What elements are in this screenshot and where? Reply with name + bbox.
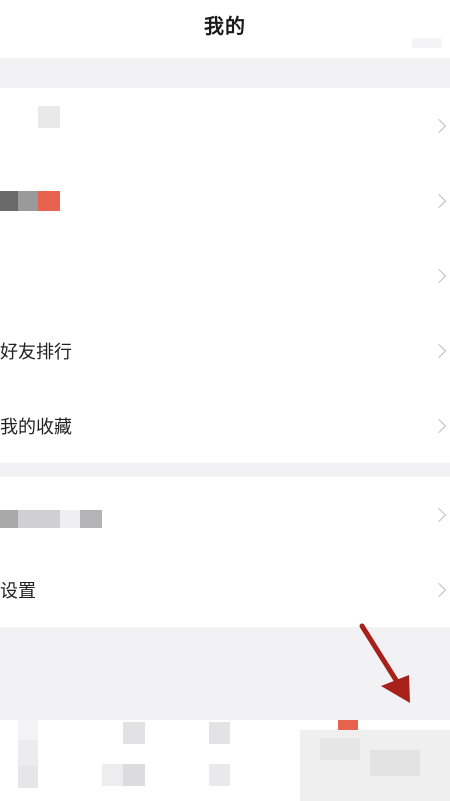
menu-item-row-1[interactable] xyxy=(0,88,450,163)
section-gap xyxy=(0,463,450,477)
tab-1[interactable] xyxy=(0,720,90,801)
pixelated-tab-icon xyxy=(102,764,123,786)
pixelated-tab-icon xyxy=(209,764,230,786)
pixelated-accent-block xyxy=(38,191,60,211)
pixelated-tab-icon xyxy=(123,764,145,786)
tab-3[interactable] xyxy=(190,720,290,801)
pixelated-label-block xyxy=(0,510,18,528)
menu-item-label: 我的收藏 xyxy=(0,416,72,438)
tab-2[interactable] xyxy=(90,720,190,801)
pixelated-label-block xyxy=(18,510,60,528)
menu-group-2: 设置 xyxy=(0,477,450,627)
chevron-right-icon xyxy=(431,193,447,208)
pixelated-tab-icon xyxy=(18,720,38,740)
menu-item-label: 好友排行 xyxy=(0,341,72,363)
pixelated-tab-icon xyxy=(18,766,38,788)
menu-item-settings[interactable]: 设置 xyxy=(0,552,450,627)
chevron-right-icon xyxy=(431,343,447,358)
menu-item-row-3[interactable] xyxy=(0,238,450,313)
chevron-right-icon xyxy=(431,268,447,283)
pixelated-tab-icon xyxy=(370,750,420,776)
blurred-corner xyxy=(412,38,442,48)
page-title: 我的 xyxy=(204,14,246,38)
pixelated-label-block xyxy=(60,510,80,528)
pixelated-item-icon xyxy=(38,106,60,128)
menu-item-row-6[interactable] xyxy=(0,477,450,552)
chevron-right-icon xyxy=(431,507,447,522)
menu-item-row-2[interactable] xyxy=(0,163,450,238)
pixelated-label-block xyxy=(18,191,38,211)
pixelated-label-block xyxy=(0,191,18,211)
pixelated-tab-icon xyxy=(209,722,230,744)
top-nav-bar: 我的 xyxy=(0,0,450,58)
bottom-tab-bar xyxy=(0,720,450,801)
chevron-right-icon xyxy=(431,118,447,133)
menu-item-my-favorites[interactable]: 我的收藏 xyxy=(0,388,450,463)
section-gap xyxy=(0,627,450,720)
menu-group-1: 好友排行 我的收藏 xyxy=(0,88,450,463)
section-gap xyxy=(0,58,450,88)
menu-item-friends-ranking[interactable]: 好友排行 xyxy=(0,313,450,388)
pixelated-label-block xyxy=(80,510,102,528)
pixelated-accent-block xyxy=(338,720,358,730)
menu-item-label: 设置 xyxy=(0,580,36,602)
pixelated-tab-icon xyxy=(18,740,38,766)
chevron-right-icon xyxy=(431,582,447,597)
pixelated-tab-icon xyxy=(320,738,360,760)
chevron-right-icon xyxy=(431,418,447,433)
pixelated-tab-icon xyxy=(123,722,145,744)
tab-4-me[interactable] xyxy=(290,720,450,801)
